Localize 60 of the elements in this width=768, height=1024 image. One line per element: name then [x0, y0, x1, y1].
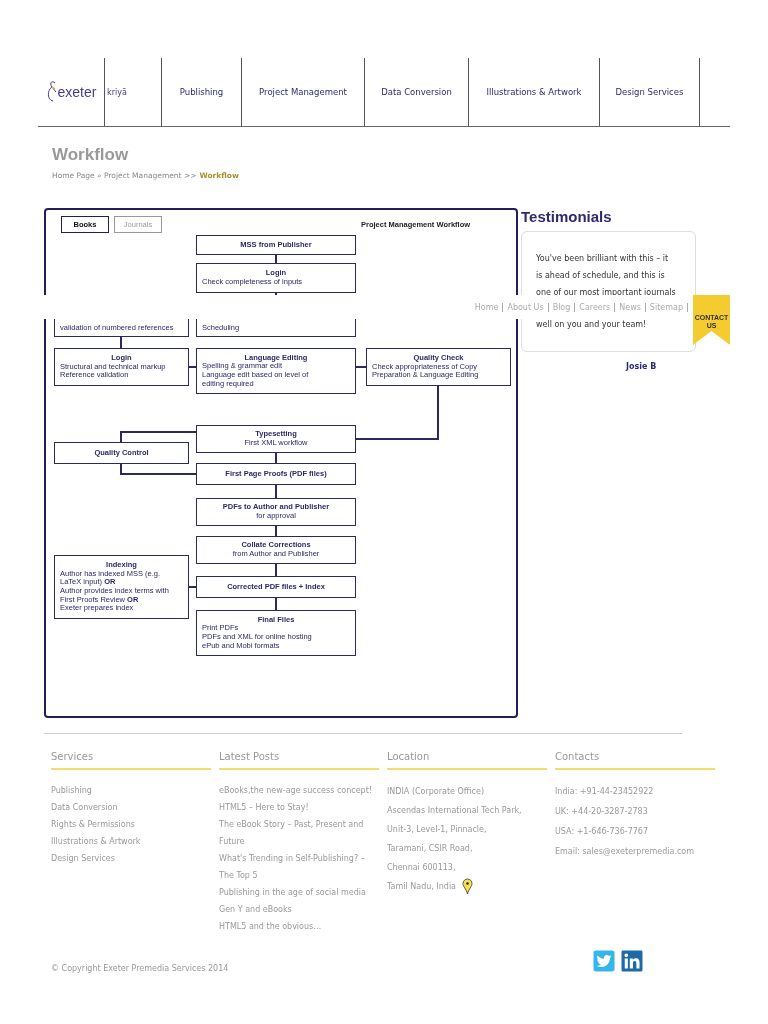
footer-link[interactable]: Data Conversion: [51, 799, 211, 816]
footer-link[interactable]: Rights & Permissions: [51, 816, 211, 833]
address-line: Unit-3, Level-1, Pinnacle,: [387, 824, 488, 836]
address-line: Chennai 600113,: [387, 862, 457, 874]
testimonial-author: Josie B: [626, 362, 658, 371]
connector-line: [275, 484, 277, 499]
page-title: Workflow: [52, 145, 130, 165]
logo-text[interactable]: exeter: [57, 84, 97, 100]
product-name: kriyā: [106, 87, 127, 97]
nav-link[interactable]: Illustrations & Artwork: [486, 87, 582, 97]
top-link[interactable]: Home: [470, 302, 504, 312]
connector-line: [275, 597, 277, 611]
nav-link[interactable]: Publishing: [179, 87, 224, 97]
footer-link[interactable]: Publishing in the age of social media: [219, 884, 379, 901]
footer-heading: Contacts: [555, 751, 715, 770]
contact-line: UK: +44-20-3287-2783: [555, 806, 649, 818]
connector-line: [275, 254, 277, 264]
testimonial-text: well on you and your team!: [536, 319, 648, 331]
address-line: Ascendas International Tech Park,: [387, 805, 523, 817]
footer-link[interactable]: What's Trending in Self-Publishing? – The Top 5: [219, 850, 379, 884]
connector-line: [120, 336, 122, 349]
connector-line: [275, 563, 277, 577]
top-link[interactable]: Careers: [575, 302, 616, 312]
map-pin-icon: [462, 878, 473, 895]
connector-line: [188, 366, 197, 368]
contact-line: Email: sales@exeterpremedia.com: [555, 846, 695, 858]
footer-heading: Latest Posts: [219, 751, 379, 770]
footer-link[interactable]: Illustrations & Artwork: [51, 833, 211, 850]
top-link[interactable]: News: [615, 302, 646, 312]
footer-link[interactable]: Gen Y and eBooks: [219, 901, 379, 918]
nav-link[interactable]: Project Management: [259, 87, 347, 97]
footer-heading: Services: [51, 751, 211, 770]
footer-link[interactable]: The eBook Story – Past, Present and Future: [219, 816, 379, 850]
top-link[interactable]: Sitemap: [645, 302, 688, 312]
testimonial-text: one of our most important journals: [536, 287, 677, 299]
nav-link[interactable]: Data Conversion: [381, 87, 452, 97]
connector-line: [188, 586, 197, 588]
contact-line: India: +91-44-23452922: [555, 786, 655, 798]
copyright-text: © Copyright Exeter Premedia Services 2014: [51, 963, 229, 973]
connector-line: [355, 366, 367, 368]
address-line: INDIA (Corporate Office): [387, 786, 485, 798]
footer-link[interactable]: HTML5 and the obvious…: [219, 918, 379, 935]
top-link[interactable]: About Us: [503, 302, 549, 312]
nav-link[interactable]: Design Services: [615, 87, 684, 97]
footer-link[interactable]: Publishing: [51, 782, 211, 799]
top-link[interactable]: Blog: [548, 302, 576, 312]
address-line: Taramani, CSIR Road,: [387, 843, 474, 855]
footer-link[interactable]: Design Services: [51, 850, 211, 867]
connector-line: [275, 525, 277, 537]
contact-line: USA: +1-646-736-7767: [555, 826, 649, 838]
footer-heading: Location: [387, 751, 547, 770]
connector-line: [275, 452, 277, 464]
address-line: Tamil Nadu, India: [387, 881, 456, 893]
footer-link[interactable]: eBooks,the new-age success concept!: [219, 782, 379, 799]
testimonial-text: is ahead of schedule, and this is: [536, 270, 666, 282]
testimonial-text: You've been brilliant with this – it: [536, 253, 670, 265]
linkedin-icon[interactable]: [620, 949, 645, 973]
footer-link[interactable]: HTML5 – Here to Stay!: [219, 799, 379, 816]
logo-mark-icon: [45, 80, 58, 104]
testimonials-heading: Testimonials: [521, 208, 613, 225]
